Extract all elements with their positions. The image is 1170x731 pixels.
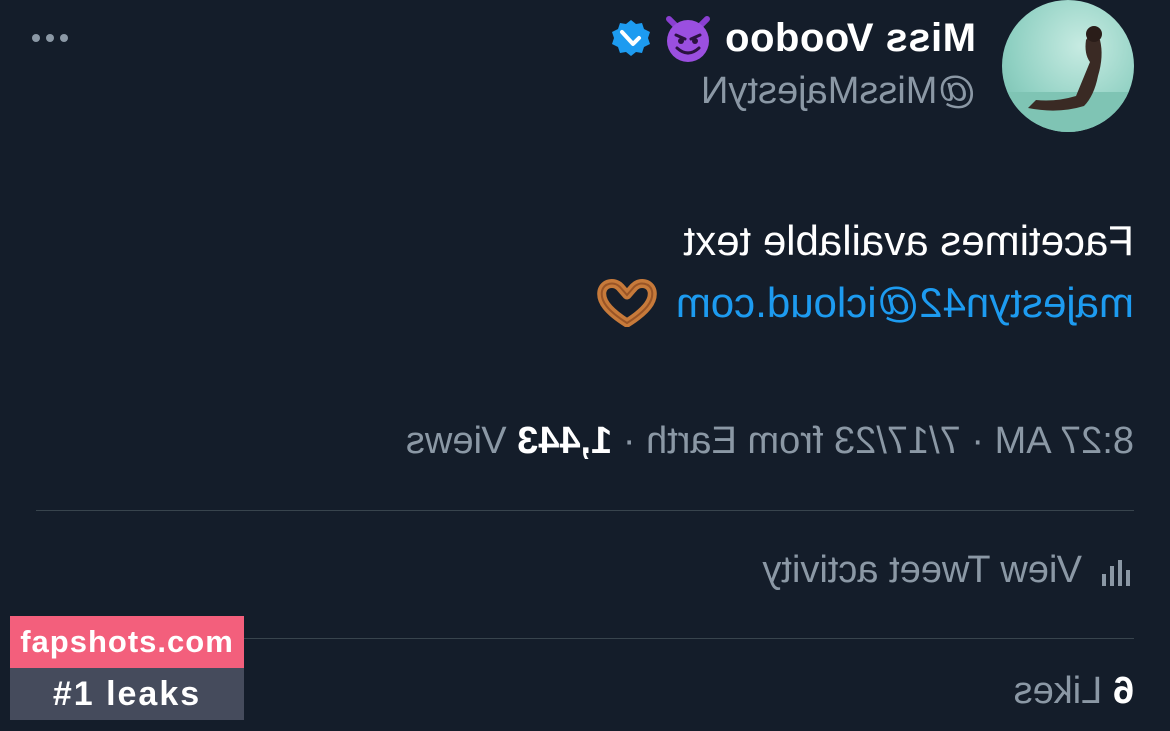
email-link[interactable]: majestyn42@icloud.com: [676, 272, 1134, 334]
likes-label: Likes: [1013, 670, 1103, 712]
author-avatar[interactable]: [1002, 0, 1134, 132]
likes-stat[interactable]: 6 Likes: [1014, 670, 1134, 713]
tweet-body: Facetimes available text majestyn42@iclo…: [596, 210, 1134, 334]
tweet-text-line: Facetimes available text: [683, 217, 1134, 264]
devil-emoji-icon: [661, 11, 715, 65]
watermark-site: fapshots.com: [10, 616, 244, 668]
more-icon[interactable]: [24, 26, 74, 50]
views-count: 1,443: [517, 420, 613, 462]
tweet-time[interactable]: 8:27 AM: [995, 420, 1134, 462]
tweet-link-line: majestyn42@icloud.com: [596, 272, 1134, 334]
tweet-header: Miss Voodoo @MissMajestyN: [32, 0, 1134, 140]
separator: ·: [622, 420, 636, 462]
author-name-row: Miss Voodoo: [611, 8, 976, 68]
separator: ·: [971, 420, 985, 462]
tweet-source: from Earth: [646, 420, 824, 462]
tweet-metadata: 8:27 AM · 7/17/23 from Earth · 1,443 Vie…: [406, 420, 1134, 463]
author-name[interactable]: Miss Voodoo: [725, 16, 976, 61]
tweet-date[interactable]: 7/17/23: [834, 420, 961, 462]
verified-icon[interactable]: [611, 18, 651, 58]
view-activity-label: View Tweet activity: [762, 548, 1082, 591]
watermark: fapshots.com #1 leaks: [10, 616, 244, 720]
views-label: Views: [405, 420, 507, 462]
watermark-tagline: #1 leaks: [10, 668, 244, 720]
author-handle[interactable]: @MissMajestyN: [701, 70, 976, 113]
divider: [36, 510, 1134, 511]
avatar-image: [1002, 26, 1134, 132]
heart-hands-emoji-icon: [596, 279, 658, 328]
activity-bars-icon: [1098, 552, 1134, 588]
likes-count: 6: [1112, 670, 1134, 712]
view-activity-button[interactable]: View Tweet activity: [762, 540, 1134, 600]
